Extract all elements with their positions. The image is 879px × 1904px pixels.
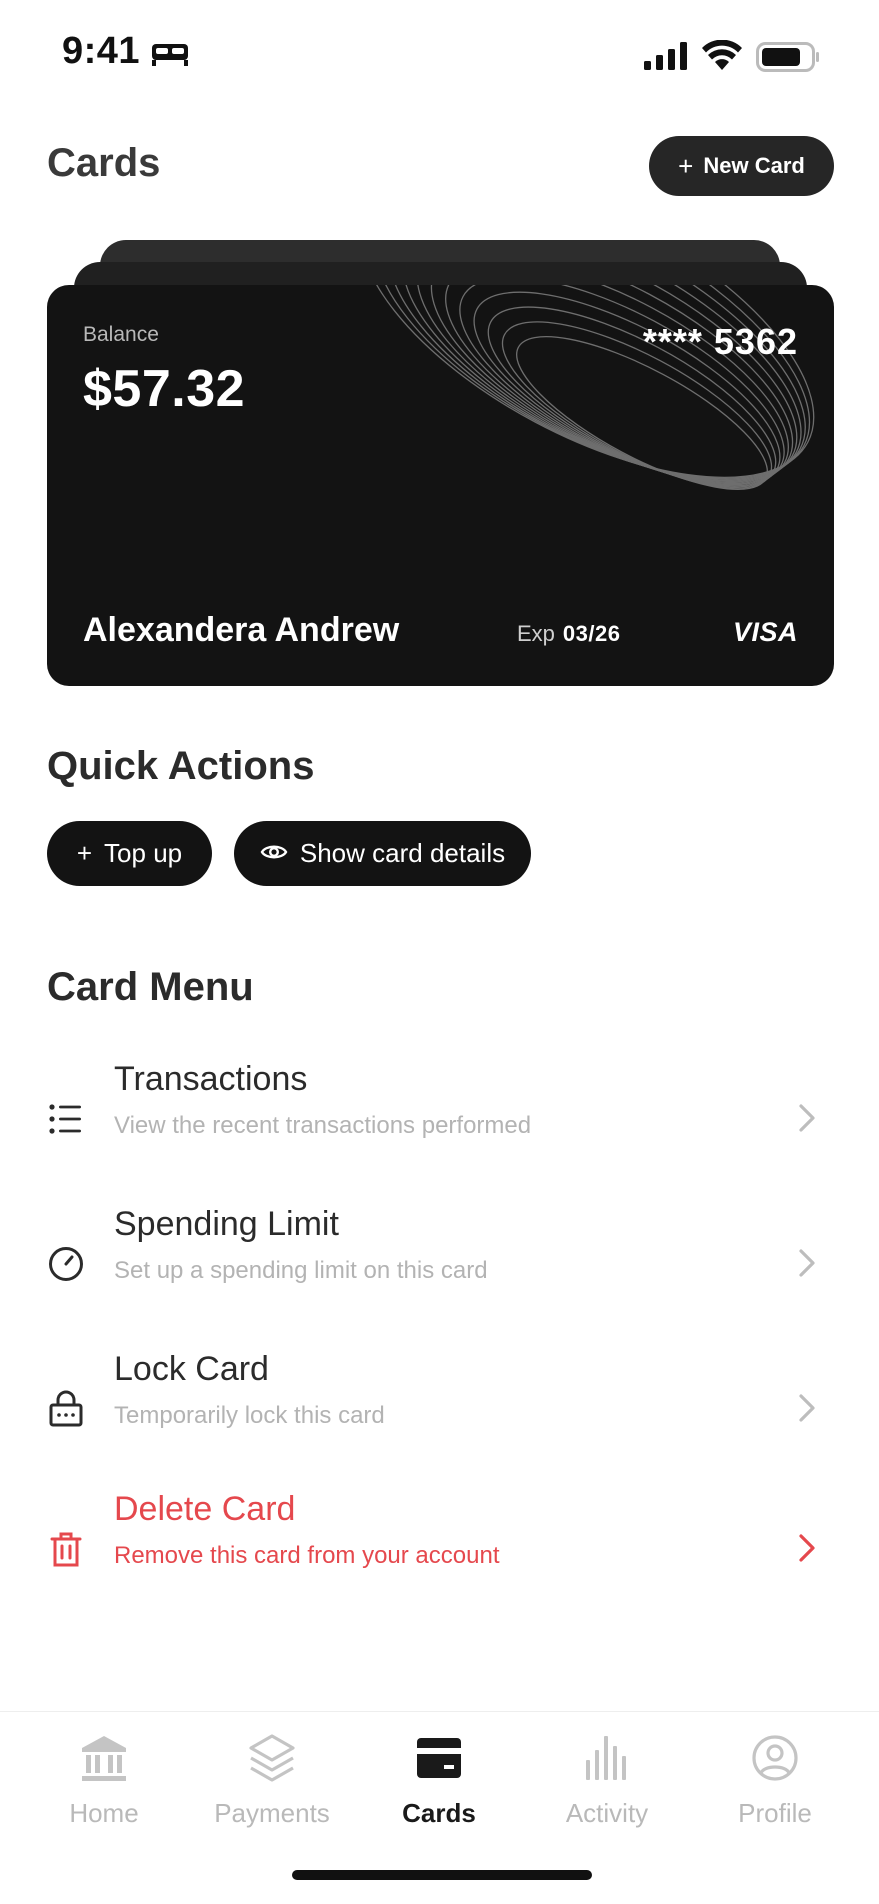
top-up-button[interactable]: + Top up [47, 821, 212, 886]
menu-item-description: Set up a spending limit on this card [114, 1257, 488, 1284]
status-bar: 9:41 [0, 0, 879, 110]
chevron-right-icon [795, 1386, 819, 1435]
menu-item-label: Spending Limit [114, 1205, 339, 1243]
menu-item-transactions[interactable]: Transactions View the recent transaction… [0, 1060, 879, 1180]
plus-icon: + [678, 151, 694, 181]
top-up-label: Top up [104, 838, 183, 868]
card-holder-name: Alexandera Andrew [83, 611, 400, 649]
tab-activity[interactable]: Activity [532, 1732, 682, 1842]
tab-profile[interactable]: Profile [700, 1732, 850, 1842]
chevron-right-icon [795, 1526, 819, 1575]
bed-icon [150, 40, 190, 73]
new-card-label: New Card [703, 153, 805, 178]
signal-icon [644, 42, 688, 75]
eye-icon [260, 838, 288, 869]
new-card-button[interactable]: + New Card [649, 136, 834, 196]
status-time: 9:41 [62, 30, 141, 72]
show-card-details-label: Show card details [299, 838, 506, 868]
menu-item-label: Lock Card [114, 1350, 269, 1388]
card-expiry: Exp 03/26 [517, 621, 620, 647]
tab-label: Cards [402, 1798, 476, 1828]
card-menu-title: Card Menu [47, 965, 254, 1009]
page-title: Cards [47, 141, 161, 185]
tab-label: Home [69, 1798, 139, 1828]
menu-item-delete-card[interactable]: Delete Card Remove this card from your a… [0, 1490, 879, 1610]
tab-payments[interactable]: Payments [197, 1732, 347, 1842]
tab-home[interactable]: Home [29, 1732, 179, 1842]
tab-label: Payments [214, 1798, 330, 1828]
bank-icon [82, 1736, 126, 1781]
tab-label: Profile [738, 1798, 812, 1828]
tab-cards[interactable]: Cards [364, 1732, 514, 1842]
menu-item-label: Delete Card [114, 1490, 296, 1528]
menu-item-lock-card[interactable]: Lock Card Temporarily lock this card [0, 1350, 879, 1470]
layers-icon [249, 1734, 295, 1782]
quick-actions-title: Quick Actions [47, 744, 315, 788]
show-card-details-button[interactable]: Show card details [234, 821, 531, 886]
card-icon [417, 1738, 461, 1778]
payment-card[interactable]: Balance $57.32 **** 5362 Alexandera Andr… [47, 285, 834, 686]
plus-icon: + [76, 838, 93, 868]
card-number: **** 5362 [642, 321, 798, 362]
menu-item-label: Transactions [114, 1060, 308, 1098]
home-indicator [292, 1870, 592, 1880]
chevron-right-icon [795, 1096, 819, 1145]
menu-item-description: View the recent transactions performed [114, 1112, 532, 1139]
visa-logo: VISA [732, 617, 798, 647]
list-icon [47, 1100, 85, 1138]
expiry-label: Exp [517, 621, 555, 646]
expiry-value: 03/26 [562, 621, 621, 646]
lock-icon [47, 1390, 85, 1428]
wifi-icon [702, 39, 742, 75]
menu-item-description: Temporarily lock this card [114, 1402, 385, 1429]
balance-label: Balance [83, 323, 159, 346]
chevron-right-icon [795, 1241, 819, 1290]
balance-value: $57.32 [83, 360, 246, 418]
user-circle-icon [752, 1735, 798, 1781]
menu-item-description: Remove this card from your account [114, 1542, 500, 1569]
tab-label: Activity [565, 1798, 649, 1828]
gauge-icon [47, 1245, 85, 1283]
trash-icon [47, 1530, 85, 1568]
bars-icon [586, 1736, 626, 1780]
battery-icon [756, 42, 820, 77]
menu-item-spending-limit[interactable]: Spending Limit Set up a spending limit o… [0, 1205, 879, 1325]
